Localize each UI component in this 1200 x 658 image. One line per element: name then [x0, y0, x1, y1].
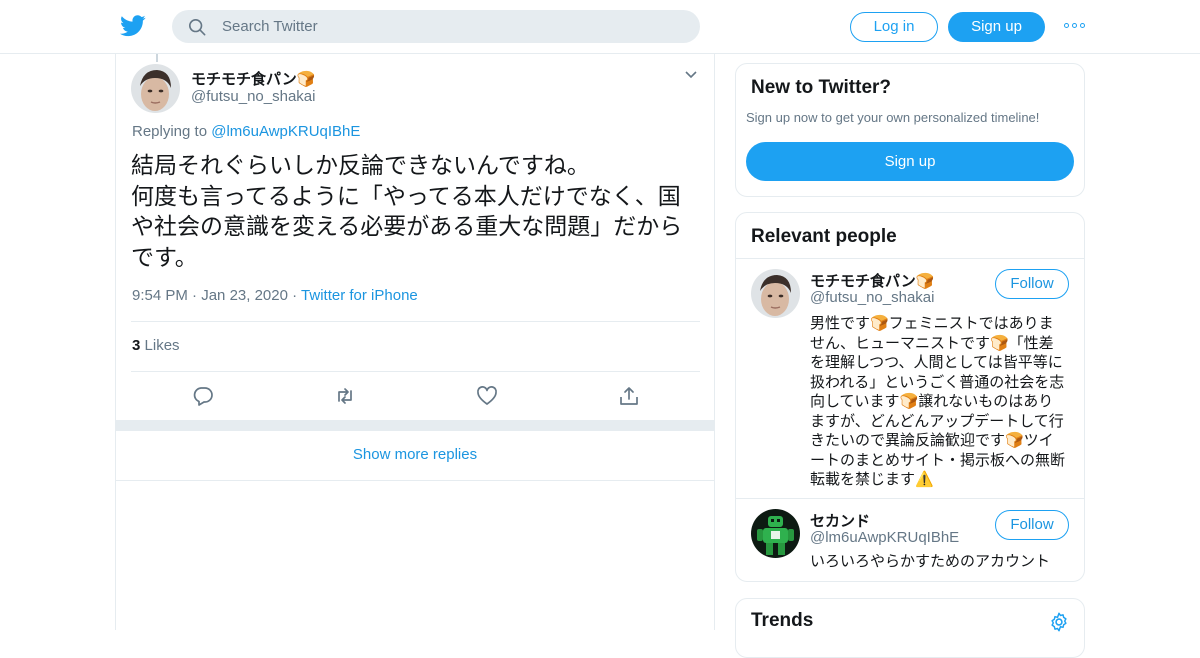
chevron-down-icon[interactable] — [684, 70, 698, 80]
sidebar-signup-button[interactable]: Sign up — [746, 142, 1074, 181]
new-to-twitter-card: New to Twitter? Sign up now to get your … — [735, 63, 1085, 197]
bio-line: ますが、どんどんアップデートして行 — [810, 411, 1064, 430]
tweet-text: 結局それぐらいしか反論できないんですね。 何度も言ってるように「やってる本人だけ… — [131, 151, 701, 273]
search-box[interactable] — [172, 10, 700, 43]
tweet-author-avatar[interactable] — [131, 64, 180, 113]
section-gap — [116, 420, 714, 431]
likes-stat[interactable]: 3 Likes — [132, 337, 180, 354]
bio-line: せん、ヒューマニストです🍞「性差 — [810, 333, 1054, 352]
person-name[interactable]: モチモチ食パン🍞 — [810, 270, 934, 291]
bio-line: ートのまとめサイト・掲示板への無断 — [810, 450, 1066, 469]
divider — [131, 321, 700, 322]
new-to-twitter-title: New to Twitter? — [751, 77, 892, 98]
bio-line: を理解しつつ、人間としては皆平等に — [810, 353, 1063, 371]
likes-count: 3 — [132, 337, 141, 354]
person-avatar[interactable] — [751, 509, 800, 558]
bio-line: きたいので異論反論歓迎です🍞ツイ — [810, 431, 1054, 449]
tweet-column: モチモチ食パン🍞 @futsu_no_shakai Replying to @l… — [115, 54, 715, 630]
tweet-source-link[interactable]: Twitter for iPhone — [301, 287, 418, 304]
tweet-time[interactable]: 9:54 PM — [132, 287, 188, 304]
bio-line: 向しています🍞譲れないものはあり — [810, 392, 1054, 410]
follow-button[interactable]: Follow — [995, 510, 1069, 540]
divider — [736, 258, 1084, 259]
avatar-image — [131, 64, 180, 113]
person-name[interactable]: セカンド — [810, 510, 870, 531]
tweet-author-name[interactable]: モチモチ食パン🍞 — [191, 68, 315, 89]
top-navigation-bar: Log in Sign up — [0, 0, 1200, 54]
login-button[interactable]: Log in — [850, 12, 938, 42]
person-bio: 男性です🍞フェミニストではありま せん、ヒューマニストです🍞「性差 を理解しつつ… — [810, 314, 1072, 490]
follow-button[interactable]: Follow — [995, 269, 1069, 299]
tweet-text-line: 結局それぐらいしか反論できないんですね。 — [131, 153, 590, 179]
tweet-text-line: 何度も言ってるように「やってる本人だけでなく、国 — [131, 183, 681, 210]
twitter-bird-icon[interactable] — [120, 14, 146, 38]
avatar-image — [751, 509, 800, 558]
tweet-author-handle[interactable]: @futsu_no_shakai — [191, 88, 315, 105]
separator-dot: · — [192, 287, 202, 304]
person-handle[interactable]: @lm6uAwpKRUqIBhE — [810, 529, 959, 546]
person-handle[interactable]: @futsu_no_shakai — [810, 289, 934, 306]
reply-icon[interactable] — [192, 385, 214, 407]
trends-title: Trends — [751, 610, 814, 631]
replying-to-link[interactable]: @lm6uAwpKRUqIBhE — [211, 123, 360, 140]
bio-line: いろいろやらかすためのアカウント — [810, 552, 1051, 570]
divider — [131, 371, 700, 372]
tweet-metadata: 9:54 PM · Jan 23, 2020 · Twitter for iPh… — [132, 287, 418, 304]
retweet-icon[interactable] — [334, 385, 356, 407]
search-icon — [188, 18, 206, 36]
person-bio: いろいろやらかすためのアカウント — [810, 552, 1072, 572]
thread-connector-line — [156, 54, 158, 62]
tweet-text-line: や社会の意識を変える必要がある重大な問題」だから — [131, 214, 683, 240]
relevant-people-title: Relevant people — [751, 226, 897, 247]
share-icon[interactable] — [618, 385, 640, 407]
trends-card: Trends — [735, 598, 1085, 658]
divider — [736, 498, 1084, 499]
signup-button[interactable]: Sign up — [948, 12, 1045, 42]
separator-dot: · — [292, 287, 302, 304]
relevant-people-card: Relevant people モチモチ食パン🍞 @futsu_no_shaka… — [735, 212, 1085, 582]
bio-line: 扱われる」というごく普通の社会を志 — [810, 372, 1065, 391]
new-to-twitter-text: Sign up now to get your own personalized… — [746, 110, 1040, 125]
search-input[interactable] — [222, 10, 682, 43]
tweet-text-line: です。 — [131, 244, 198, 271]
person-avatar[interactable] — [751, 269, 800, 318]
show-more-replies-link[interactable]: Show more replies — [116, 431, 714, 481]
likes-label: Likes — [144, 337, 180, 354]
bio-line: 男性です🍞フェミニストではありま — [810, 314, 1054, 332]
tweet-date[interactable]: Jan 23, 2020 — [201, 287, 288, 304]
heart-icon[interactable] — [476, 385, 498, 407]
bio-line: 転載を禁じます⚠️ — [810, 470, 934, 488]
more-dots-icon[interactable] — [1064, 18, 1086, 34]
avatar-image — [751, 269, 800, 318]
replying-to-line: Replying to @lm6uAwpKRUqIBhE — [132, 123, 360, 140]
replying-prefix: Replying to — [132, 123, 212, 140]
